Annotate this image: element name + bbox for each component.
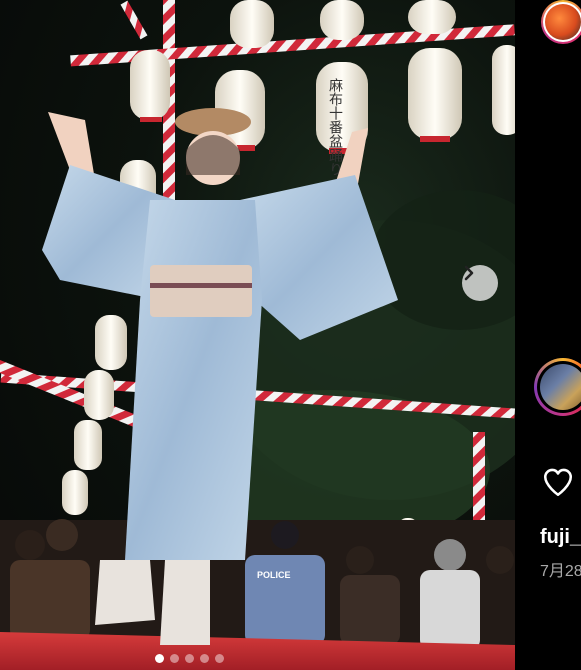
chevron-right-icon [464, 265, 474, 281]
post-username[interactable]: fuji_ [540, 526, 581, 549]
police-vest-text: POLICE [257, 570, 291, 580]
post-date: 7月28 [540, 563, 581, 580]
next-slide-button[interactable] [462, 265, 498, 301]
festival-scene: 麻布十番盆踊り POLICE [0, 0, 515, 670]
carousel-dot[interactable] [170, 654, 179, 663]
carousel-dot[interactable] [200, 654, 209, 663]
carousel-dot[interactable] [185, 654, 194, 663]
story-avatar[interactable] [541, 0, 581, 44]
lantern-text: 麻布十番盆踊り [327, 78, 343, 176]
carousel-dot[interactable] [215, 654, 224, 663]
post-viewer: 麻布十番盆踊り POLICE fuji_ 7月28 [0, 0, 581, 670]
heart-icon[interactable] [540, 465, 576, 499]
carousel-dot[interactable] [155, 654, 164, 663]
post-photo[interactable]: 麻布十番盆踊り POLICE [0, 0, 515, 670]
carousel-indicator [155, 654, 224, 663]
